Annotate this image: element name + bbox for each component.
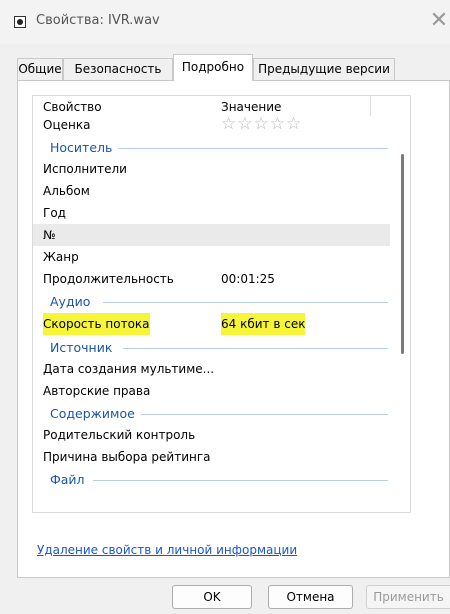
group-divider bbox=[133, 414, 388, 415]
property-value: 00:01:25 bbox=[221, 272, 275, 286]
group-media: Носитель bbox=[33, 136, 390, 158]
group-audio: Аудио bbox=[33, 290, 390, 312]
group-divider bbox=[113, 148, 388, 149]
property-key: Альбом bbox=[43, 184, 90, 198]
property-row[interactable]: Исполнители bbox=[33, 158, 390, 180]
property-key: Дата создания мультиме... bbox=[43, 362, 215, 376]
property-row[interactable]: Год bbox=[33, 202, 390, 224]
rating-stars[interactable]: ☆☆☆☆☆ bbox=[221, 113, 302, 135]
property-row-bitrate[interactable]: Скорость потока 64 кбит в сек bbox=[33, 313, 390, 335]
property-key: Продолжительность bbox=[43, 272, 174, 286]
tab-details[interactable]: Подробно bbox=[173, 54, 253, 81]
group-label: Файл bbox=[50, 472, 91, 487]
column-property[interactable]: Свойство bbox=[43, 100, 102, 114]
property-key: Авторские права bbox=[43, 384, 151, 398]
property-key: Год bbox=[43, 206, 66, 220]
tab-general[interactable]: Общие bbox=[17, 58, 63, 80]
group-label: Носитель bbox=[50, 140, 119, 155]
tab-previous-versions[interactable]: Предыдущие версии bbox=[253, 58, 395, 80]
apply-button[interactable]: Применить bbox=[366, 585, 450, 609]
property-row[interactable]: Дата создания мультиме... bbox=[33, 358, 390, 380]
property-row[interactable]: Авторские права bbox=[33, 380, 390, 402]
group-source: Источник bbox=[33, 336, 390, 358]
group-label: Источник bbox=[50, 340, 119, 355]
property-key: Причина выбора рейтинга bbox=[43, 450, 211, 464]
column-separator[interactable] bbox=[370, 96, 371, 116]
title-bar: Свойства: IVR.wav ✕ bbox=[0, 0, 450, 44]
property-key: № bbox=[43, 228, 56, 242]
tab-strip: Общие Безопасность Подробно Предыдущие в… bbox=[17, 54, 450, 81]
remove-properties-link[interactable]: Удаление свойств и личной информации bbox=[37, 543, 297, 557]
close-button[interactable]: ✕ bbox=[428, 8, 450, 34]
property-key: Жанр bbox=[43, 250, 79, 264]
group-content: Содержимое bbox=[33, 402, 390, 424]
rating-row[interactable]: Оценка ☆☆☆☆☆ bbox=[33, 114, 390, 136]
scrollbar-thumb[interactable] bbox=[401, 154, 404, 354]
property-row[interactable]: Продолжительность 00:01:25 bbox=[33, 268, 390, 290]
group-file: Файл bbox=[33, 468, 390, 490]
group-divider bbox=[103, 302, 388, 303]
column-value[interactable]: Значение bbox=[221, 100, 281, 114]
property-row-selected[interactable]: № bbox=[33, 224, 390, 246]
window-title: Свойства: IVR.wav bbox=[36, 13, 160, 28]
details-panel: Свойство Значение Оценка ☆☆☆☆☆ Носитель … bbox=[17, 80, 450, 578]
group-divider bbox=[123, 348, 388, 349]
property-value: 64 кбит в сек bbox=[221, 313, 306, 335]
file-properties-icon bbox=[14, 16, 26, 28]
group-label: Аудио bbox=[50, 294, 97, 309]
property-key: Родительский контроль bbox=[43, 428, 196, 442]
property-key: Исполнители bbox=[43, 162, 127, 176]
rating-label: Оценка bbox=[43, 118, 91, 132]
group-divider bbox=[93, 480, 388, 481]
vertical-scrollbar[interactable] bbox=[397, 96, 409, 512]
ok-button[interactable]: OK bbox=[172, 585, 252, 609]
property-row[interactable]: Родительский контроль bbox=[33, 424, 390, 446]
group-label: Содержимое bbox=[50, 406, 141, 421]
tab-security[interactable]: Безопасность bbox=[63, 58, 173, 80]
column-header: Свойство Значение bbox=[33, 96, 391, 116]
properties-list: Свойство Значение Оценка ☆☆☆☆☆ Носитель … bbox=[32, 95, 411, 513]
cancel-button[interactable]: Отмена bbox=[268, 585, 353, 609]
property-key: Скорость потока bbox=[43, 313, 150, 335]
property-row[interactable]: Альбом bbox=[33, 180, 390, 202]
property-row[interactable]: Причина выбора рейтинга bbox=[33, 446, 390, 468]
property-row[interactable]: Жанр bbox=[33, 246, 390, 268]
